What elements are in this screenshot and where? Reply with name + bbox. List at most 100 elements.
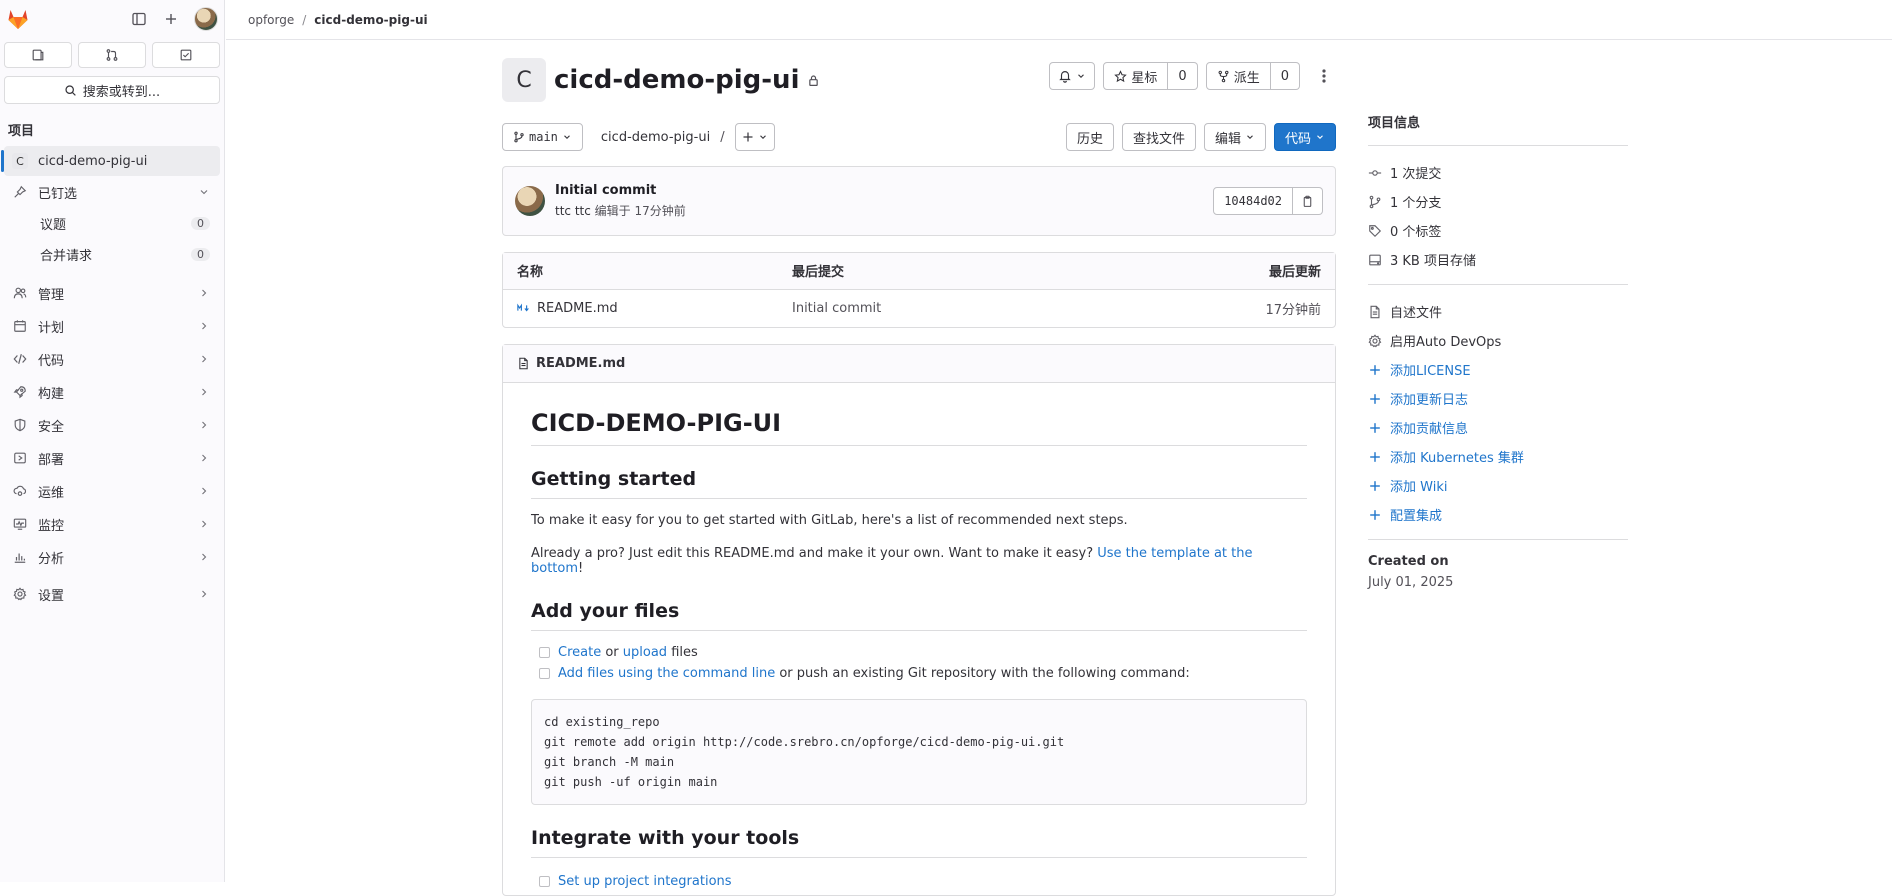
readme-filename[interactable]: README.md [536,356,625,371]
notification-button[interactable] [1049,62,1096,90]
sidebar-item-pinned[interactable]: 已钉选 [4,177,220,207]
sidebar-item-project[interactable]: C cicd-demo-pig-ui [1,146,220,176]
commit-sha-group: 10484d02 [1213,187,1323,215]
project-stat-item[interactable]: 1 个分支 [1368,187,1628,216]
task-checkbox[interactable] [539,647,550,658]
lock-icon [807,74,820,87]
star-count[interactable]: 0 [1168,62,1198,90]
upload-link[interactable]: upload [623,645,667,660]
sidebar-item-label: 分析 [38,551,65,567]
project-quick-link[interactable]: 添加贡献信息 [1368,413,1628,442]
fork-button[interactable]: 派生 [1205,62,1271,90]
readme-h2-integrate: Integrate with your tools [531,827,1307,858]
copy-sha-button[interactable] [1293,187,1323,215]
task-checkbox[interactable] [539,668,550,679]
project-stat-item[interactable]: 1 次提交 [1368,158,1628,187]
sidebar-item-code[interactable]: 代码 [4,343,220,375]
sidebar-item-deploy[interactable]: 部署 [4,442,220,474]
fork-icon [1217,70,1230,83]
project-avatar-small: C [12,153,28,169]
kebab-icon [1322,68,1326,84]
breadcrumb-project-link[interactable]: cicd-demo-pig-ui [314,13,427,27]
sidebar-item-settings[interactable]: 设置 [4,579,220,609]
gitlab-logo-icon[interactable] [6,7,30,31]
branch-selector[interactable]: main [502,123,583,151]
sidebar-section-title: 项目 [8,124,35,139]
commit-title-link[interactable]: Initial commit [555,183,686,198]
code-dropdown-button[interactable]: 代码 [1273,123,1336,151]
project-quick-link[interactable]: 自述文件 [1368,297,1628,326]
project-actions: 星标 0 派生 0 [1049,62,1336,90]
search-icon [64,84,77,97]
sidebar-item-monitor[interactable]: 监控 [4,508,220,540]
merge-requests-shortcut-button[interactable] [78,42,146,68]
sidebar-item-rocket[interactable]: 构建 [4,376,220,408]
quick-actions [0,38,224,72]
sidebar-item-users[interactable]: 管理 [4,277,220,309]
sidebar-item-merge-requests[interactable]: 合并请求 0 [4,239,220,269]
created-on-label: Created on [1368,554,1449,569]
code-line: git remote add origin http://code.srebro… [544,735,1065,749]
markdown-file-icon [517,303,531,313]
task-list-item: Add files using the command line or push… [531,666,1307,681]
create-new-icon[interactable] [162,10,180,28]
plus-icon [1368,392,1382,406]
users-icon [12,285,28,301]
fork-count[interactable]: 0 [1270,62,1300,90]
user-avatar[interactable] [194,7,218,31]
sidebar-toggle-icon[interactable] [130,10,148,28]
sidebar-item-label: 代码 [38,353,65,369]
plus-icon [1368,479,1382,493]
project-quick-link-label: 添加 Wiki [1390,480,1448,495]
project-quick-link[interactable]: 配置集成 [1368,500,1628,529]
project-quick-link[interactable]: 添加LICENSE [1368,355,1628,384]
project-quick-link-label: 启用Auto DevOps [1390,335,1502,350]
chevron-down-icon [198,186,210,198]
project-quick-link[interactable]: 启用Auto DevOps [1368,326,1628,355]
commit-sha-link[interactable]: 10484d02 [1213,187,1293,215]
search-button[interactable]: 搜索或转到... [4,76,220,104]
star-button[interactable]: 星标 [1103,62,1169,90]
add-to-tree-button[interactable] [734,123,775,151]
project-stat-item[interactable]: 3 KB 项目存储 [1368,245,1628,274]
project-stats: 1 次提交 1 个分支 0 个标签 3 KB 项目存储 [1368,146,1628,285]
sidebar-item-label: 计划 [38,320,65,336]
repo-path-link[interactable]: cicd-demo-pig-ui [601,130,710,145]
create-link[interactable]: Create [558,645,601,660]
tag-icon [1368,224,1382,238]
history-button[interactable]: 历史 [1065,123,1114,151]
commit-author-avatar[interactable] [515,186,545,216]
sidebar-item-calendar[interactable]: 计划 [4,310,220,342]
file-tree-table: 名称 最后提交 最后更新 README.md Initial commit 17… [502,252,1336,328]
column-header-name: 名称 [503,253,778,290]
commit-author[interactable]: ttc ttc [555,204,591,218]
path-separator: / [720,129,725,145]
project-quick-link[interactable]: 添加 Wiki [1368,471,1628,500]
sidebar-item-issues[interactable]: 议题 0 [4,208,220,238]
more-actions-button[interactable] [1312,62,1336,90]
find-file-button[interactable]: 查找文件 [1121,123,1196,151]
breadcrumb-group-link[interactable]: opforge [248,13,294,27]
edit-dropdown-button[interactable]: 编辑 [1203,123,1266,151]
sidebar-item-cloud-gear[interactable]: 运维 [4,475,220,507]
todos-shortcut-button[interactable] [152,42,220,68]
star-group: 星标 0 [1103,62,1198,90]
project-stat-item[interactable]: 0 个标签 [1368,216,1628,245]
sidebar-item-chart[interactable]: 分析 [4,541,220,573]
command-line-link[interactable]: Add files using the command line [558,666,775,681]
sidebar-item-label: 已钉选 [38,186,78,202]
plus-icon [1368,450,1382,464]
plus-icon [1368,421,1382,435]
chevron-right-icon [198,518,210,530]
sidebar-item-label: 安全 [38,419,65,435]
sidebar-item-shield[interactable]: 安全 [4,409,220,441]
chevron-down-icon [758,132,768,142]
project-quick-link-label: 添加 Kubernetes 集群 [1390,451,1524,466]
issues-shortcut-button[interactable] [4,42,72,68]
file-last-commit[interactable]: Initial commit [778,289,1103,327]
created-on-value: July 01, 2025 [1368,575,1454,590]
project-quick-link[interactable]: 添加 Kubernetes 集群 [1368,442,1628,471]
project-quick-link[interactable]: 添加更新日志 [1368,384,1628,413]
table-row[interactable]: README.md Initial commit 17分钟前 [503,289,1335,327]
file-name-cell[interactable]: README.md [517,301,764,316]
